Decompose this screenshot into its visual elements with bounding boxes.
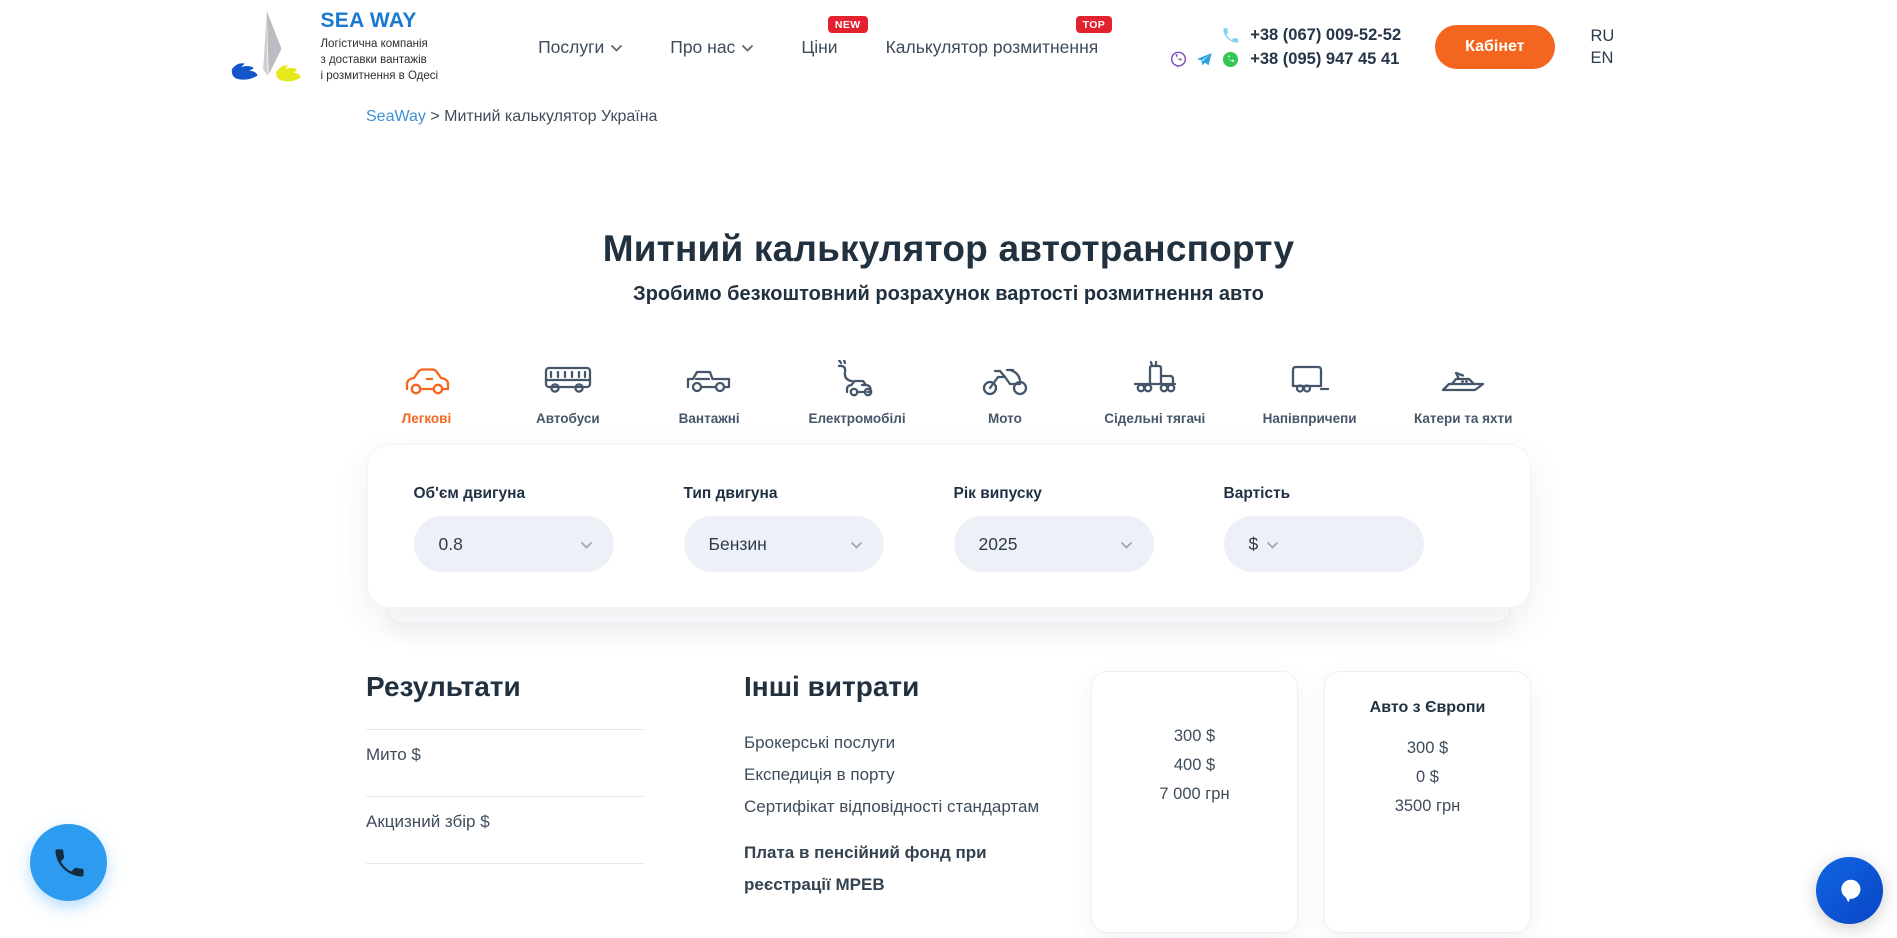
results-column: Результати Мито $ Акцизний збір $ xyxy=(366,671,644,873)
price-cards: 300 $ 400 $ 7 000 грн Авто з Європи 300 … xyxy=(1091,671,1531,933)
tab-electric-cars[interactable]: Електромобілі xyxy=(809,360,906,426)
engine-volume-select[interactable]: 0.8 xyxy=(414,516,614,572)
chevron-down-icon xyxy=(611,45,622,52)
cabinet-button[interactable]: Кабінет xyxy=(1435,25,1554,69)
cost-input-wrap: $ xyxy=(1224,516,1424,572)
header-contacts: +38 (067) 009-52-52 +38 (095) 947 45 41 xyxy=(1156,26,1401,69)
currency-select[interactable]: $ xyxy=(1249,534,1259,555)
breadcrumb-separator: > xyxy=(426,108,444,125)
year-field: Рік випуску 2025 xyxy=(954,485,1154,607)
vehicle-type-tabs: Легкові Автобуси Вантажні Електромобілі xyxy=(385,360,1513,426)
tab-trucks[interactable]: Вантажні xyxy=(667,360,751,426)
nav-item-services[interactable]: Послуги xyxy=(538,37,622,58)
price-value: 7 000 грн xyxy=(1092,780,1297,809)
tab-boats[interactable]: Катери та яхти xyxy=(1414,360,1513,426)
motorcycle-icon xyxy=(980,360,1030,400)
chevron-down-icon xyxy=(581,542,592,549)
phone-icon xyxy=(51,845,87,881)
header: SEA WAY Логістична компанія з доставки в… xyxy=(219,0,1679,94)
tab-semi-trailers[interactable]: Напівпричепи xyxy=(1263,360,1357,426)
price-card-general: 300 $ 400 $ 7 000 грн xyxy=(1091,671,1298,933)
page-title: Митний калькулятор автотранспорту xyxy=(0,228,1897,270)
chevron-down-icon xyxy=(1267,542,1278,549)
tab-semi-trucks[interactable]: Сідельні тягачі xyxy=(1104,360,1205,426)
lang-ru[interactable]: RU xyxy=(1591,27,1615,46)
expense-item-broker: Брокерські послуги xyxy=(744,727,1044,759)
result-row-duty: Мито $ xyxy=(366,729,644,796)
price-value: 300 $ xyxy=(1325,734,1530,763)
cost-field: Вартість $ xyxy=(1224,485,1424,607)
bus-icon xyxy=(543,360,593,400)
truck-icon xyxy=(684,360,734,400)
tab-cars[interactable]: Легкові xyxy=(385,360,469,426)
cost-input[interactable] xyxy=(1286,534,1401,555)
breadcrumb-home-link[interactable]: SeaWay xyxy=(366,108,426,125)
nav-item-about[interactable]: Про нас xyxy=(670,37,753,58)
expense-item-certificate: Сертифікат відповідності стандартам xyxy=(744,791,1044,823)
top-badge: TOP xyxy=(1076,16,1113,33)
year-label: Рік випуску xyxy=(954,485,1154,503)
phone-icon xyxy=(1221,26,1240,45)
price-value: 0 $ xyxy=(1325,763,1530,792)
main-nav: Послуги Про нас Ціни NEW Калькулятор роз… xyxy=(538,37,1098,58)
telegram-icon[interactable] xyxy=(1195,50,1214,69)
results-divider xyxy=(366,863,644,873)
viber-icon[interactable] xyxy=(1169,50,1188,69)
logo-title: SEA WAY xyxy=(321,9,439,33)
expense-item-pension-fund: Плата в пенсійний фонд при реєстрації МР… xyxy=(744,837,1022,901)
whatsapp-icon[interactable] xyxy=(1221,50,1240,69)
page-subtitle: Зробимо безкоштовний розрахунок вартості… xyxy=(0,283,1897,306)
chat-bubble-icon xyxy=(1830,871,1870,911)
phone-number-secondary[interactable]: +38 (095) 947 45 41 xyxy=(1250,50,1399,69)
results-title: Результати xyxy=(366,671,644,703)
phone-row-secondary: +38 (095) 947 45 41 xyxy=(1156,50,1401,69)
tab-moto[interactable]: Мото xyxy=(963,360,1047,426)
engine-type-select[interactable]: Бензин xyxy=(684,516,884,572)
car-icon xyxy=(402,360,452,400)
price-card-europe-title: Авто з Європи xyxy=(1325,699,1530,717)
nav-item-prices[interactable]: Ціни NEW xyxy=(801,37,837,58)
tab-buses[interactable]: Автобуси xyxy=(526,360,610,426)
semi-truck-icon xyxy=(1130,360,1180,400)
yacht-icon xyxy=(1438,360,1488,400)
chevron-down-icon xyxy=(1121,542,1132,549)
engine-volume-field: Об'єм двигуна 0.8 xyxy=(414,485,614,607)
engine-type-label: Тип двигуна xyxy=(684,485,884,503)
form-card-stack-decoration xyxy=(387,608,1511,623)
engine-volume-label: Об'єм двигуна xyxy=(414,485,614,503)
other-expenses-title: Інші витрати xyxy=(744,671,1044,703)
chat-fab-button[interactable] xyxy=(1816,857,1883,924)
chevron-down-icon xyxy=(851,542,862,549)
call-fab-button[interactable] xyxy=(30,824,107,901)
price-card-europe: Авто з Європи 300 $ 0 $ 3500 грн xyxy=(1324,671,1531,933)
seaway-boat-icon xyxy=(219,8,311,86)
phone-row-primary: +38 (067) 009-52-52 xyxy=(1156,26,1401,45)
results-section: Результати Мито $ Акцизний збір $ Інші в… xyxy=(366,671,1531,933)
expense-item-port: Експедиція в порту xyxy=(744,759,1044,791)
price-value: 3500 грн xyxy=(1325,792,1530,821)
language-switcher: RU EN xyxy=(1591,27,1615,68)
nav-item-calculator[interactable]: Калькулятор розмитнення TOP xyxy=(886,37,1099,58)
new-badge: NEW xyxy=(828,16,868,33)
year-select[interactable]: 2025 xyxy=(954,516,1154,572)
result-row-excise: Акцизний збір $ xyxy=(366,796,644,863)
cost-label: Вартість xyxy=(1224,485,1424,503)
logo-text: SEA WAY Логістична компанія з доставки в… xyxy=(321,9,439,85)
lang-en[interactable]: EN xyxy=(1591,49,1615,68)
phone-number-primary[interactable]: +38 (067) 009-52-52 xyxy=(1250,26,1401,45)
logo[interactable]: SEA WAY Логістична компанія з доставки в… xyxy=(219,8,439,86)
price-value: 300 $ xyxy=(1092,722,1297,751)
breadcrumb: SeaWay > Митний калькулятор Україна xyxy=(366,108,1531,126)
other-expenses-column: Інші витрати Брокерські послуги Експедиц… xyxy=(744,671,1044,901)
electric-car-icon xyxy=(832,360,882,400)
logo-tagline: Логістична компанія з доставки вантажів … xyxy=(321,37,439,85)
calculator-form-card: Об'єм двигуна 0.8 Тип двигуна Бензин Рік… xyxy=(367,444,1531,608)
price-value: 400 $ xyxy=(1092,751,1297,780)
breadcrumb-current: Митний калькулятор Україна xyxy=(444,108,657,125)
engine-type-field: Тип двигуна Бензин xyxy=(684,485,884,607)
trailer-icon xyxy=(1285,360,1335,400)
chevron-down-icon xyxy=(742,45,753,52)
